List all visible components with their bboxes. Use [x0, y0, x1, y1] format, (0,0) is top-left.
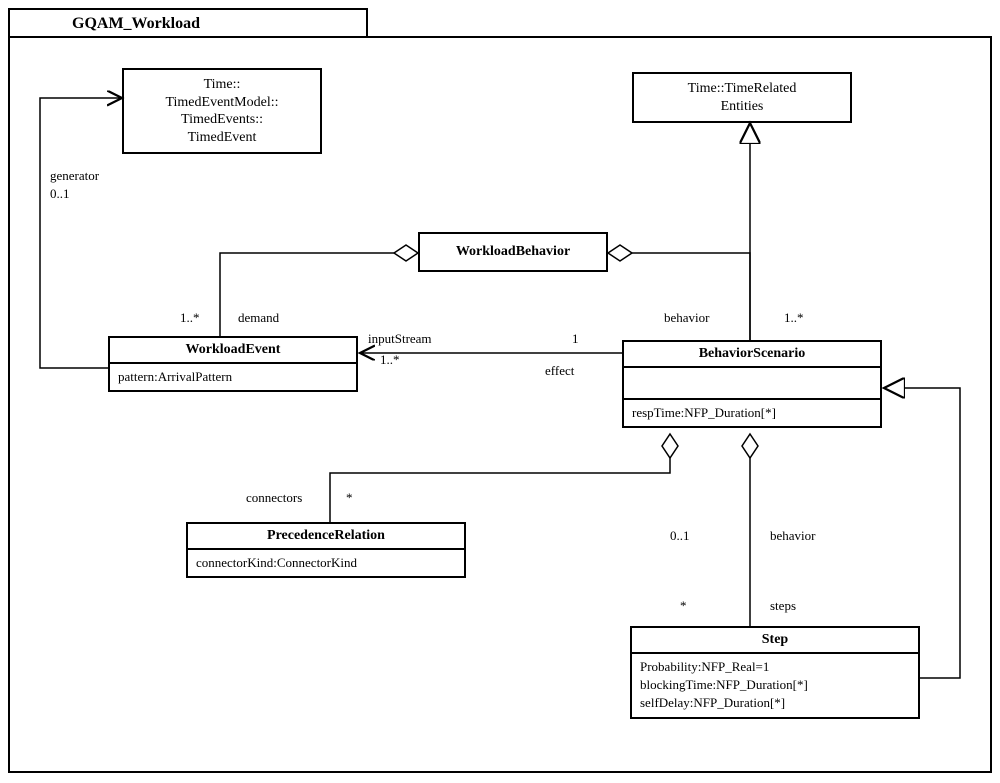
class-step-attrs: Probability:NFP_Real=1 blockingTime:NFP_…: [632, 654, 918, 717]
class-workload-event: WorkloadEvent pattern:ArrivalPattern: [108, 336, 358, 392]
class-workload-behavior-name: WorkloadBehavior: [420, 234, 606, 270]
uml-package: GQAM_Workload Time:: TimedEventModel:: T…: [8, 8, 992, 775]
label-demand: demand: [238, 310, 279, 326]
class-workload-event-attrs: pattern:ArrivalPattern: [110, 364, 356, 390]
label-connectors-mult: *: [346, 490, 353, 506]
label-behavior-bs-mult: 0..1: [670, 528, 690, 544]
label-behavior-bs: behavior: [770, 528, 815, 544]
label-behavior-top-mult: 1..*: [784, 310, 804, 326]
label-effect: effect: [545, 363, 574, 379]
class-workload-event-name: WorkloadEvent: [110, 338, 356, 364]
class-precedence-relation-attrs: connectorKind:ConnectorKind: [188, 550, 464, 576]
class-behavior-scenario-attrs: respTime:NFP_Duration[*]: [624, 398, 880, 426]
class-time-related-entities: Time::TimeRelated Entities: [632, 72, 852, 123]
class-precedence-relation-name: PrecedenceRelation: [188, 524, 464, 550]
class-step: Step Probability:NFP_Real=1 blockingTime…: [630, 626, 920, 719]
class-step-name: Step: [632, 628, 918, 654]
label-steps-mult: *: [680, 598, 687, 614]
label-behavior-top: behavior: [664, 310, 709, 326]
label-connectors: connectors: [246, 490, 302, 506]
class-timed-event-header: Time:: TimedEventModel:: TimedEvents:: T…: [124, 70, 320, 152]
package-title: GQAM_Workload: [72, 15, 200, 33]
label-input-stream: inputStream: [368, 331, 432, 347]
label-generator: generator: [50, 168, 99, 184]
label-effect-mult: 1: [572, 331, 579, 347]
label-steps-text: steps: [770, 598, 796, 614]
package-body: Time:: TimedEventModel:: TimedEvents:: T…: [8, 36, 992, 773]
label-demand-mult: 1..*: [180, 310, 200, 326]
class-behavior-scenario-name: BehaviorScenario: [624, 342, 880, 368]
label-generator-mult: 0..1: [50, 186, 70, 202]
class-behavior-scenario: BehaviorScenario respTime:NFP_Duration[*…: [622, 340, 882, 428]
class-time-related-entities-header: Time::TimeRelated Entities: [634, 74, 850, 121]
package-tab: GQAM_Workload: [8, 8, 368, 38]
label-input-stream-mult: 1..*: [380, 352, 400, 368]
class-timed-event: Time:: TimedEventModel:: TimedEvents:: T…: [122, 68, 322, 154]
class-precedence-relation: PrecedenceRelation connectorKind:Connect…: [186, 522, 466, 578]
class-behavior-scenario-gap: [624, 368, 880, 398]
class-workload-behavior: WorkloadBehavior: [418, 232, 608, 272]
